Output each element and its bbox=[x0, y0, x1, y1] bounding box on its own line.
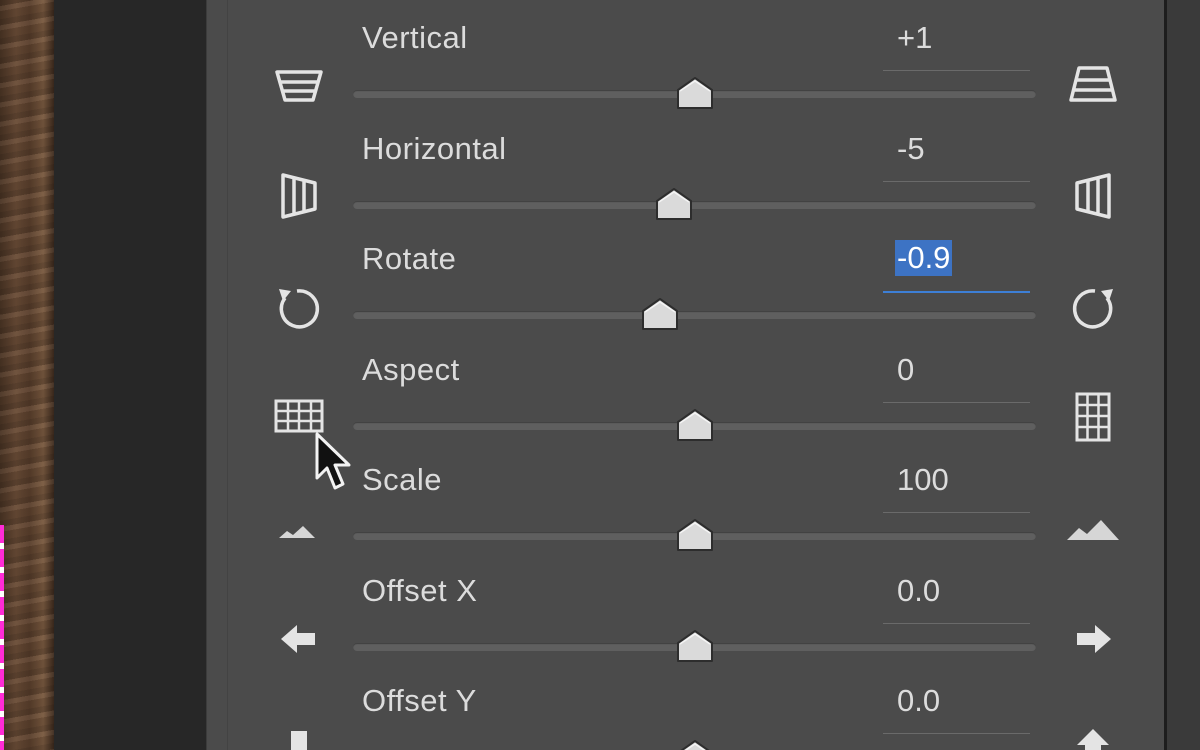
value-field-offset-y[interactable]: 0.0 bbox=[883, 683, 1030, 734]
value-field-offset-x[interactable]: 0.0 bbox=[883, 573, 1030, 624]
value-field-horizontal[interactable]: -5 bbox=[883, 131, 1030, 182]
slider-label-scale: Scale bbox=[362, 462, 443, 497]
transform-panel-screen: Vertical +1 Horizontal -5 Rotate -0.9 Aspect 0 S… bbox=[0, 0, 1200, 750]
value-text-vertical[interactable]: +1 bbox=[897, 20, 932, 56]
mouse-pointer-icon bbox=[315, 432, 351, 490]
value-field-rotate[interactable]: -0.9 bbox=[883, 240, 1030, 293]
slider-label-horizontal: Horizontal bbox=[362, 130, 507, 166]
slider-row-aspect: Aspect 0 bbox=[207, 314, 1165, 441]
value-text-horizontal[interactable]: -5 bbox=[897, 131, 925, 167]
slider-thumb-offset-y[interactable] bbox=[675, 738, 715, 750]
slider-row-offset-y: Offset Y 0.0 bbox=[207, 645, 1165, 750]
slider-label-vertical: Vertical bbox=[362, 20, 468, 55]
panel-scroll-edge bbox=[1164, 0, 1200, 750]
transform-panel: Vertical +1 Horizontal -5 Rotate -0.9 Aspect 0 S… bbox=[206, 0, 1165, 750]
value-field-vertical[interactable]: +1 bbox=[883, 20, 1030, 71]
slider-row-rotate: Rotate -0.9 bbox=[207, 203, 1165, 330]
photo-canvas-edge bbox=[0, 0, 54, 750]
crop-guide-line bbox=[0, 525, 4, 750]
value-field-aspect[interactable]: 0 bbox=[883, 352, 1030, 403]
arrow-up-icon[interactable] bbox=[1065, 723, 1121, 750]
arrow-down-icon[interactable] bbox=[271, 723, 327, 750]
value-field-scale[interactable]: 100 bbox=[883, 462, 1030, 513]
slider-label-offset-y: Offset Y bbox=[362, 683, 477, 718]
slider-label-aspect: Aspect bbox=[362, 351, 460, 387]
value-text-offset-y[interactable]: 0.0 bbox=[897, 683, 940, 719]
slider-row-offset-x: Offset X 0.0 bbox=[207, 535, 1165, 662]
value-text-aspect[interactable]: 0 bbox=[897, 352, 914, 388]
slider-row-vertical: Vertical +1 bbox=[207, 0, 1165, 109]
value-text-offset-x[interactable]: 0.0 bbox=[897, 573, 940, 609]
slider-label-offset-x: Offset X bbox=[362, 572, 478, 608]
value-text-scale[interactable]: 100 bbox=[897, 462, 949, 498]
slider-row-horizontal: Horizontal -5 bbox=[207, 93, 1165, 220]
value-text-rotate[interactable]: -0.9 bbox=[895, 240, 953, 276]
panel-gutter bbox=[54, 0, 206, 750]
slider-label-rotate: Rotate bbox=[362, 241, 457, 276]
